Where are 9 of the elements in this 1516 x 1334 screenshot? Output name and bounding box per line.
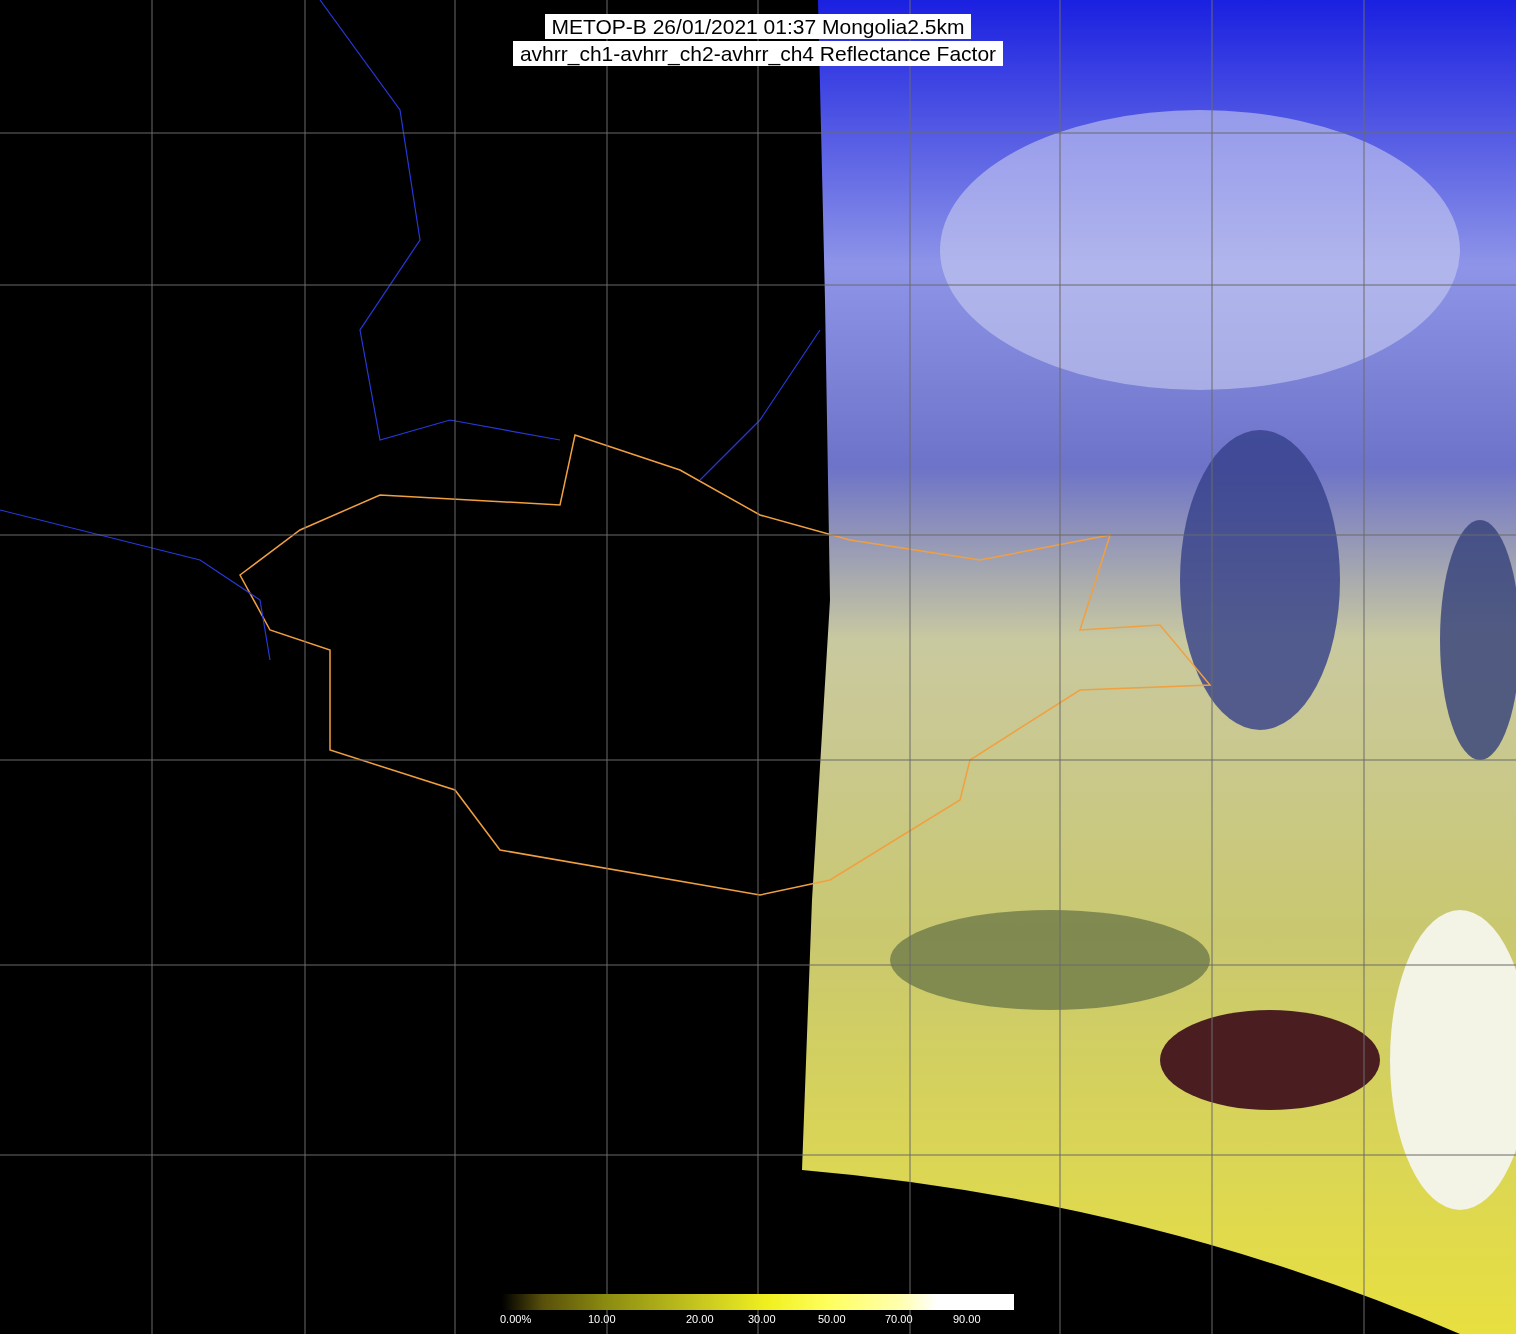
colorbar-label: 0.00% xyxy=(500,1313,532,1325)
colorbar-label: 50.00 xyxy=(818,1313,846,1325)
colorbar-label: 10.00 xyxy=(588,1313,616,1325)
colorbar-label: 90.00 xyxy=(953,1313,981,1325)
colorbar-label: 30.00 xyxy=(748,1313,776,1325)
map-title: METOP-B 26/01/2021 01:37 Mongolia2.5km xyxy=(544,14,972,39)
map-title: avhrr_ch1-avhrr_ch2-avhrr_ch4 Reflectance Factor xyxy=(512,41,1004,66)
colorbar-label: 70.00 xyxy=(885,1313,913,1325)
colorbar-label: 20.00 xyxy=(686,1313,714,1325)
